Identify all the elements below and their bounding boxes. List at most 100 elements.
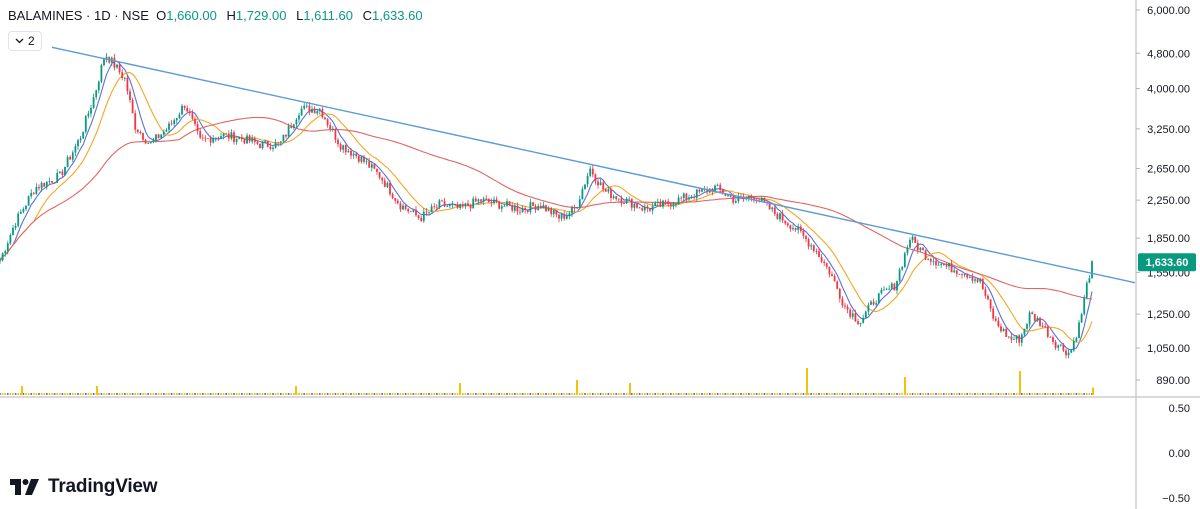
- candle-body: [586, 175, 589, 185]
- volume-bar: [129, 393, 131, 395]
- volume-bar: [688, 393, 690, 395]
- candle-body: [893, 283, 896, 291]
- volume-bar: [368, 393, 370, 395]
- candle-body: [976, 279, 979, 282]
- volume-bar: [659, 393, 662, 395]
- candle-body: [0, 260, 1, 262]
- volume-bar: [1057, 393, 1059, 395]
- candle-body: [656, 201, 659, 203]
- volume-bar: [475, 393, 477, 395]
- volume-bar: [482, 393, 485, 395]
- candle-body: [144, 139, 147, 144]
- candle-body: [966, 273, 969, 278]
- volume-bar: [79, 393, 82, 395]
- candle-body: [521, 208, 524, 212]
- candle-body: [812, 245, 815, 251]
- volume-bar: [436, 393, 438, 395]
- volume-bar: [792, 393, 794, 395]
- candle-body: [604, 189, 607, 192]
- volume-bar: [776, 393, 779, 395]
- symbol-legend[interactable]: BALAMINES · 1D · NSE O1,660.00 H1,729.00…: [8, 8, 429, 23]
- candle-body: [659, 201, 662, 207]
- volume-bar: [636, 393, 638, 395]
- candle-body: [732, 196, 735, 203]
- volume-bar: [547, 393, 550, 395]
- volume-bar: [745, 393, 747, 395]
- volume-bar: [1086, 393, 1088, 395]
- volume-bar: [360, 393, 363, 395]
- trendline[interactable]: [51, 46, 1136, 284]
- candle-body: [477, 199, 480, 202]
- candle-body: [638, 207, 641, 209]
- volume-bar: [706, 393, 708, 395]
- candle-body: [602, 182, 605, 190]
- volume-bar: [982, 393, 984, 395]
- volume-bar: [589, 393, 591, 395]
- volume-bar: [953, 393, 955, 395]
- candle-body: [152, 139, 155, 142]
- candle-body: [428, 212, 430, 213]
- candle-body: [53, 182, 56, 184]
- candle-body: [519, 211, 521, 213]
- volume-bar: [191, 393, 194, 395]
- volume-bar: [280, 393, 282, 395]
- volume-bar: [545, 393, 547, 395]
- volume-bar: [111, 393, 113, 395]
- volume-bar: [657, 393, 659, 395]
- volume-bar: [105, 393, 108, 395]
- candle-body: [480, 199, 482, 202]
- volume-bar: [696, 393, 698, 395]
- volume-bar: [748, 393, 750, 395]
- volume-bar: [641, 393, 643, 395]
- candle-body: [636, 203, 638, 208]
- price-tick-label: 2,650.00: [1147, 163, 1190, 175]
- volume-bar: [438, 393, 441, 395]
- candle-body: [854, 313, 857, 322]
- volume-bar: [625, 393, 628, 395]
- candle-body: [92, 97, 95, 108]
- tradingview-branding[interactable]: TradingView: [10, 476, 158, 498]
- candle-body: [303, 105, 306, 109]
- candle-body: [30, 192, 33, 197]
- candle-body: [79, 138, 82, 141]
- volume-bar: [313, 393, 316, 395]
- volume-bar: [1021, 393, 1023, 395]
- volume-bar: [724, 393, 727, 395]
- candle-body: [688, 197, 690, 200]
- volume-bar: [716, 393, 719, 395]
- volume-bar: [350, 393, 352, 395]
- price-axis[interactable]: 6,000.00 4,800.00 4,000.00 3,250.00 2,650.00…: [0, 0, 1200, 509]
- volume-bar: [124, 393, 126, 395]
- candle-body: [324, 117, 326, 120]
- candle-body: [922, 247, 924, 251]
- candle-body: [1059, 344, 1062, 346]
- volume-bar: [924, 393, 927, 395]
- candle-body: [799, 226, 802, 231]
- candle-body: [953, 270, 956, 273]
- candle-body: [243, 139, 246, 144]
- volume-bar: [202, 393, 204, 395]
- volume-bar: [677, 393, 680, 395]
- volume-bar: [1008, 393, 1010, 395]
- volume-bar: [246, 393, 248, 395]
- candle-body: [22, 209, 25, 212]
- indicators-toggle-button[interactable]: 2: [8, 31, 42, 51]
- volume-bar: [493, 393, 495, 395]
- volume-bar: [300, 393, 303, 395]
- volume-bar: [339, 393, 342, 395]
- volume-bar: [1023, 393, 1026, 395]
- volume-bar: [212, 393, 214, 395]
- candle-body: [45, 181, 48, 187]
- volume-bar: [893, 393, 896, 395]
- volume-bar: [381, 393, 383, 395]
- candle-body: [532, 202, 534, 206]
- volume-bar: [290, 393, 292, 395]
- volume-bar: [610, 393, 612, 395]
- candle-body: [1070, 350, 1073, 353]
- volume-bar: [33, 393, 35, 395]
- candle-body: [357, 156, 360, 162]
- price-chart[interactable]: 6,000.00 4,800.00 4,000.00 3,250.00 2,650.00…: [0, 0, 1200, 509]
- candle-body: [272, 147, 274, 150]
- volume-bar: [1031, 393, 1033, 395]
- candle-body: [669, 204, 672, 207]
